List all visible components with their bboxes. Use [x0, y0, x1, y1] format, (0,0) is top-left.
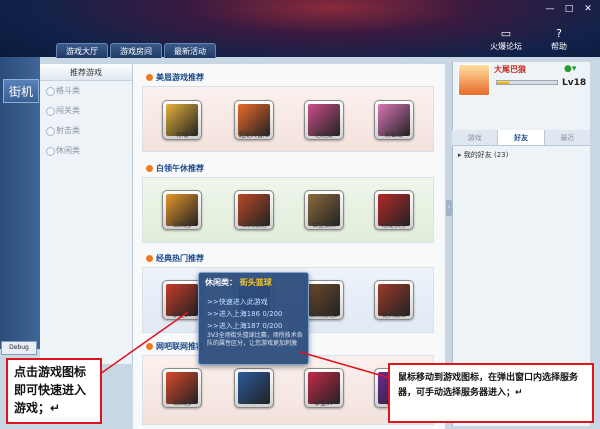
- category-shooting[interactable]: 射击类: [40, 121, 132, 141]
- window-controls: — □ ✕: [544, 4, 594, 14]
- section-title: 美眉游戏推荐: [144, 71, 204, 84]
- user-level: Lv18: [562, 78, 587, 88]
- game-name: 泡泡龙: [314, 132, 333, 139]
- quick-enter-link[interactable]: >>快速进入此游戏: [207, 297, 268, 307]
- forum-button[interactable]: ▭ 火爆论坛: [484, 28, 528, 52]
- game-name: 侍魂: [175, 132, 188, 139]
- maximize-button[interactable]: □: [563, 4, 575, 14]
- help-button[interactable]: ? 帮助: [544, 28, 574, 52]
- forum-label: 火爆论坛: [490, 42, 522, 51]
- tab-games[interactable]: 游戏: [452, 130, 497, 145]
- section-title: 白领午休推荐: [144, 162, 204, 175]
- close-button[interactable]: ✕: [582, 4, 594, 14]
- arcade-nav-button[interactable]: 街机: [3, 79, 39, 103]
- status-dropdown[interactable]: ●▾: [564, 64, 576, 74]
- friends-group-label: 我的好友 (23): [463, 151, 509, 159]
- popup-game-name: 街头篮球: [239, 278, 272, 287]
- friend-tabs: 游戏 好友 最近: [452, 130, 590, 146]
- category-adventure[interactable]: 闯关类: [40, 101, 132, 121]
- popup-title: 休闲类： 街头篮球: [205, 278, 272, 287]
- game-name: 街头霸王: [381, 312, 406, 319]
- game-art: [238, 372, 270, 404]
- tab-game-room[interactable]: 游戏房间: [110, 43, 162, 58]
- category-fighting[interactable]: 格斗类: [40, 81, 132, 101]
- chat-bubble-icon: ▭: [500, 27, 512, 40]
- tab-game-hall[interactable]: 游戏大厅: [56, 43, 108, 58]
- game-name: 三国志: [172, 222, 191, 229]
- user-name: 大尾巴狼: [494, 65, 526, 74]
- debug-button[interactable]: Debug: [1, 341, 37, 355]
- exp-progress-fill: [497, 81, 509, 84]
- tab-latest-events[interactable]: 最新活动: [164, 43, 216, 58]
- avatar[interactable]: [458, 64, 490, 96]
- game-name: 三国志: [172, 400, 191, 407]
- tab-friends[interactable]: 好友: [497, 130, 545, 145]
- annotation-left: 点击游戏图标即可快速进入游戏；↵: [6, 358, 102, 424]
- server-link[interactable]: >>进入上海186 0/200: [207, 309, 283, 319]
- main-tabs: 游戏大厅 游戏房间 最新活动: [56, 43, 216, 58]
- game-name: 彩虹岛: [384, 132, 403, 139]
- section-title: 经典热门推荐: [144, 252, 204, 265]
- question-icon: ?: [556, 27, 562, 40]
- game-name: 超能大冒险: [238, 132, 269, 139]
- category-casual[interactable]: 休闲类: [40, 141, 132, 161]
- game-name: 拳皇97: [314, 400, 334, 407]
- game-name: 三国战纪: [241, 222, 266, 229]
- panel-collapse-handle[interactable]: ›: [446, 200, 452, 216]
- tab-recent[interactable]: 最近: [545, 130, 590, 145]
- game-name: 合金弹头: [311, 222, 336, 229]
- minimize-button[interactable]: —: [544, 4, 556, 14]
- section-title: 网吧联网推荐: [144, 340, 204, 353]
- popup-description: 3V3全场街头篮球比赛，场所技术各队的属性区分，让您游戏更加刺激: [207, 332, 303, 347]
- friends-group[interactable]: ▸ 我的好友 (23): [458, 150, 508, 160]
- help-label: 帮助: [551, 42, 567, 51]
- game-name: 恐龙快打: [381, 222, 406, 229]
- game-icon[interactable]: [234, 368, 274, 408]
- popup-category: 休闲类: [205, 278, 229, 287]
- exp-progress-bar: [496, 80, 558, 85]
- server-popup: 休闲类： 街头篮球 >>快速进入此游戏 >>进入上海186 0/200 >>进入…: [198, 272, 309, 365]
- category-panel: 推荐游戏 格斗类 闯关类 射击类 休闲类: [40, 64, 133, 364]
- category-header: 推荐游戏: [40, 64, 132, 81]
- annotation-right: 鼠标移动到游戏图标，在弹出窗口内选择服务器，可手动选择服务器进入；↵: [388, 363, 594, 423]
- server-link[interactable]: >>进入上海187 0/200: [207, 321, 283, 331]
